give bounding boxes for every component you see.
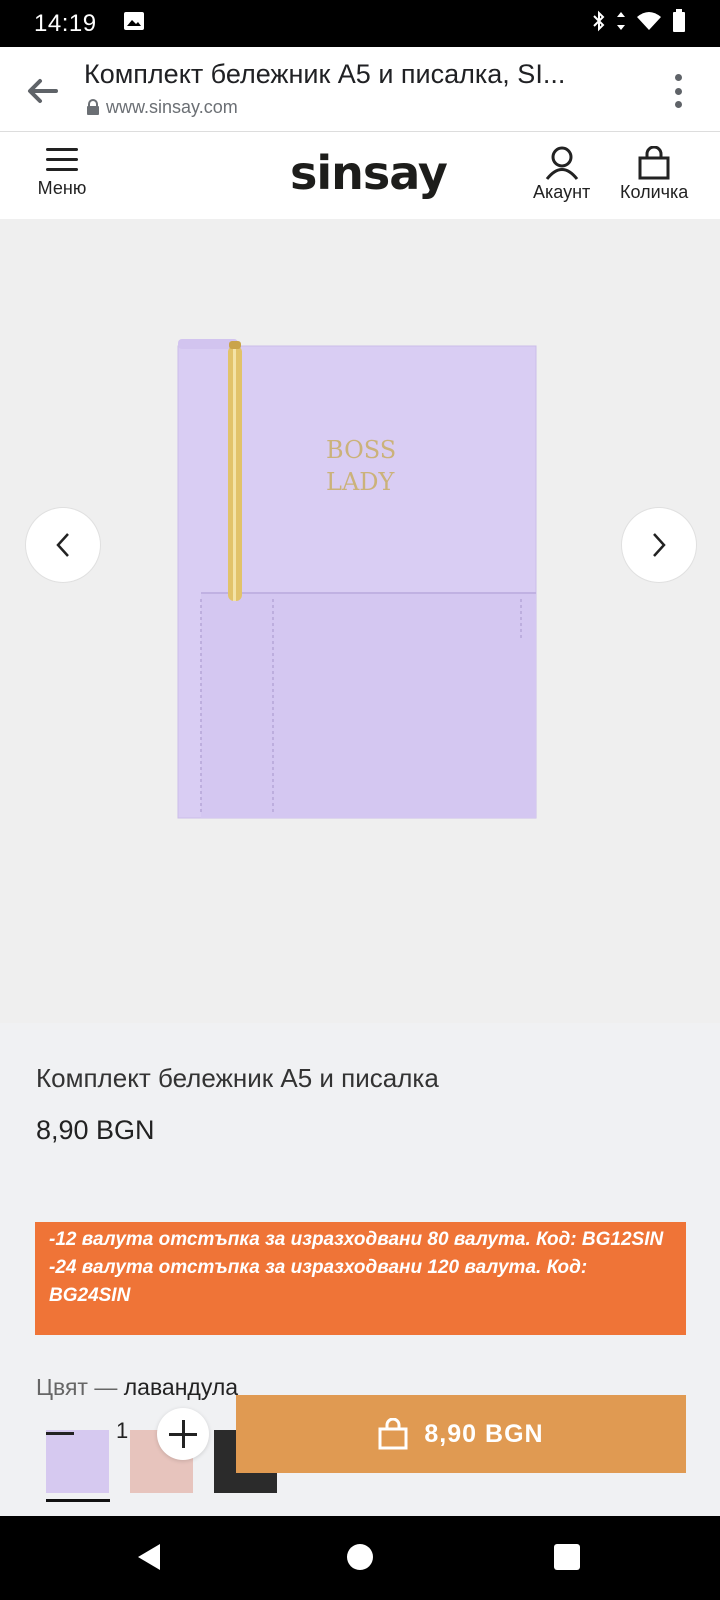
menu-label: Меню <box>37 178 87 198</box>
chevron-left-icon <box>56 533 69 557</box>
page-title[interactable]: Комплект бележник А5 и писалка, SI... <box>84 59 644 90</box>
promo-banner: -12 валута отстъпка за изразходвани 80 в… <box>35 1222 686 1335</box>
cover-text-line2: LADY <box>326 468 395 496</box>
quantity-decrease-button[interactable] <box>34 1408 86 1460</box>
shopping-bag-icon <box>378 1418 408 1450</box>
triangle-back-icon <box>138 1544 160 1570</box>
system-back-button[interactable] <box>136 1542 162 1577</box>
promo-line-1: -12 валута отстъпка за изразходвани 80 в… <box>49 1229 664 1250</box>
product-gallery[interactable]: BOSS LADY <box>0 219 720 1023</box>
quantity-value: 1 <box>116 1418 129 1443</box>
user-icon <box>533 146 590 180</box>
url-host[interactable]: www.sinsay.com <box>86 97 238 118</box>
plus-icon <box>169 1420 197 1448</box>
add-to-cart-button[interactable]: 8,90 BGN <box>236 1395 686 1473</box>
site-header: Меню sinsay Акаунт Количка <box>0 132 720 219</box>
status-bar: 14:19 <box>0 0 720 47</box>
gallery-prev-button[interactable] <box>26 508 100 582</box>
product-price: 8,90 BGN <box>36 1115 155 1145</box>
browser-back-button[interactable] <box>22 71 62 111</box>
add-to-cart-label: 8,90 BGN <box>424 1419 544 1448</box>
cover-text: BOSS LADY <box>326 434 396 498</box>
bluetooth-icon <box>592 10 606 37</box>
chevron-right-icon <box>653 533 666 557</box>
data-arrows-icon <box>616 10 626 37</box>
promo-line-2: -24 валута отстъпка за изразходвани 120 … <box>49 1257 588 1306</box>
status-time: 14:19 <box>34 9 97 37</box>
url-host-text: www.sinsay.com <box>106 97 238 117</box>
system-nav-bar <box>0 1516 720 1600</box>
system-home-button[interactable] <box>347 1544 373 1570</box>
gallery-next-button[interactable] <box>622 508 696 582</box>
cover-text-line1: BOSS <box>326 436 397 464</box>
cart-button[interactable]: Количка <box>620 146 688 203</box>
quantity-increase-button[interactable] <box>157 1408 209 1460</box>
product-name: Комплект бележник А5 и писалка <box>36 1063 439 1093</box>
selected-swatch-indicator <box>46 1499 110 1502</box>
image-notification-icon <box>123 11 145 36</box>
sinsay-logo[interactable]: sinsay <box>290 146 448 200</box>
color-label-prefix: Цвят — <box>36 1374 118 1400</box>
product-image <box>177 339 537 819</box>
menu-button[interactable]: Меню <box>36 148 88 199</box>
lock-icon <box>87 99 99 115</box>
color-label: Цвят — лавандула <box>36 1374 238 1401</box>
wifi-icon <box>636 10 662 37</box>
shopping-bag-icon <box>620 146 688 180</box>
hamburger-icon <box>46 148 78 171</box>
system-recents-button[interactable] <box>554 1544 580 1570</box>
account-button[interactable]: Акаунт <box>533 146 590 203</box>
cart-label: Количка <box>620 182 689 202</box>
battery-icon <box>672 9 686 38</box>
browser-menu-button[interactable] <box>668 71 688 111</box>
account-label: Акаунт <box>533 182 591 202</box>
minus-icon <box>46 1432 74 1435</box>
color-value: лавандула <box>123 1374 239 1400</box>
browser-toolbar: Комплект бележник А5 и писалка, SI... ww… <box>0 47 720 132</box>
arrow-left-icon <box>28 79 58 103</box>
